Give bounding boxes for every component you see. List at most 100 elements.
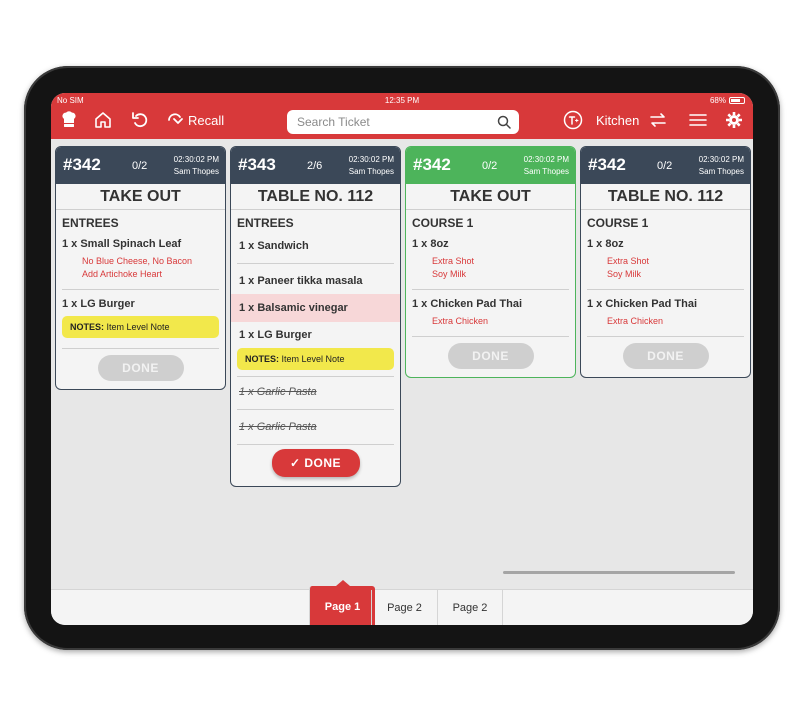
section-title: ENTREES — [237, 216, 294, 230]
ticket-card[interactable]: #342 0/2 02:30:02 PM Sam Thopes TAKE OUT… — [55, 146, 226, 390]
settings-button[interactable] — [725, 109, 743, 131]
page-tab-1[interactable]: Page 1 — [309, 580, 375, 625]
ticket-card[interactable]: #343 2/6 02:30:02 PM Sam Thopes TABLE NO… — [230, 146, 401, 487]
order-type: TABLE NO. 112 — [581, 184, 750, 210]
ticket-time: 02:30:02 PM — [173, 155, 219, 164]
order-item[interactable]: 1 x LG Burger — [62, 296, 219, 312]
swap-icon — [650, 113, 667, 127]
undo-icon — [132, 112, 148, 128]
station-label: Kitchen — [596, 112, 640, 128]
done-button[interactable]: DONE — [622, 343, 709, 369]
home-button[interactable] — [94, 109, 112, 131]
ticket-progress: 2/6 — [307, 160, 323, 172]
done-label: DONE — [304, 456, 342, 470]
item-modifier: Soy Milk — [607, 269, 642, 279]
order-item[interactable]: 1 x 8oz — [587, 236, 744, 252]
ticket-progress: 0/2 — [132, 160, 148, 172]
ticket-time: 02:30:02 PM — [348, 155, 394, 164]
order-type: TABLE NO. 112 — [231, 184, 400, 210]
ticket-header: #343 2/6 02:30:02 PM Sam Thopes — [231, 147, 400, 184]
recall-label: Recall — [188, 112, 225, 128]
item-modifier: No Blue Cheese, No Bacon — [82, 256, 193, 266]
page-tab-2[interactable]: Page 2 — [371, 590, 437, 625]
ticket-progress: 0/2 — [482, 160, 498, 172]
ticket-time: 02:30:02 PM — [523, 155, 569, 164]
app-header: No SIM 12:35 PM 68% Recall Kitchen — [51, 93, 753, 139]
order-item-row-completed[interactable]: 1 x Garlic Pasta — [237, 414, 394, 440]
order-item[interactable]: 1 x Small Spinach Leaf — [62, 236, 219, 252]
divider — [237, 409, 394, 410]
undo-button[interactable] — [131, 109, 149, 131]
divider — [62, 289, 219, 290]
page-tab-3[interactable]: Page 2 — [437, 590, 503, 625]
check-icon: ✓ — [289, 456, 301, 470]
order-item-row[interactable]: 1 x Sandwich — [237, 236, 394, 259]
item-modifier: Add Artichoke Heart — [82, 269, 163, 279]
ticket-header: #342 0/2 02:30:02 PM Sam Thopes — [581, 147, 750, 184]
ticket-number: #342 — [413, 155, 451, 174]
search-icon[interactable] — [497, 115, 511, 129]
order-item-row-selected[interactable]: 1 x Balsamic vinegar — [231, 294, 400, 322]
ticket-number: #342 — [63, 155, 101, 174]
item-notes: NOTES: Item Level Note — [237, 348, 394, 370]
done-button[interactable]: ✓ DONE — [271, 449, 360, 477]
section-title: COURSE 1 — [587, 216, 649, 230]
order-item: 1 x Garlic Pasta — [239, 421, 317, 433]
ticket-time: 02:30:02 PM — [698, 155, 744, 164]
divider — [412, 289, 569, 290]
order-item[interactable]: 1 x 8oz — [412, 236, 569, 252]
order-item-row-completed[interactable]: 1 x Garlic Pasta — [237, 379, 394, 405]
section-title: COURSE 1 — [412, 216, 474, 230]
battery-icon — [729, 97, 745, 104]
tip-icon — [563, 110, 583, 130]
tip-button[interactable] — [563, 109, 583, 131]
item-modifier: Extra Shot — [607, 256, 650, 266]
home-icon — [95, 112, 111, 128]
divider — [237, 263, 394, 264]
recall-icon — [168, 113, 183, 124]
order-item-row[interactable]: 1 x LG Burger — [237, 322, 394, 348]
ticket-number: #343 — [238, 155, 276, 174]
ticket-user: Sam Thopes — [523, 167, 569, 176]
divider — [62, 348, 219, 349]
order-item[interactable]: 1 x Chicken Pad Thai — [587, 296, 744, 312]
status-battery-group: 68% — [710, 96, 745, 105]
ticket-progress: 0/2 — [657, 160, 673, 172]
search-box[interactable] — [287, 110, 519, 134]
divider — [587, 336, 744, 337]
order-type: TAKE OUT — [56, 184, 225, 210]
divider — [237, 444, 394, 445]
item-modifier: Extra Chicken — [607, 316, 664, 326]
order-item: 1 x Garlic Pasta — [239, 386, 317, 398]
ticket-number: #342 — [588, 155, 626, 174]
chef-hat-icon[interactable] — [59, 109, 79, 131]
hamburger-icon — [689, 114, 707, 126]
ticket-user: Sam Thopes — [348, 167, 394, 176]
notes-text: Item Level Note — [281, 354, 345, 364]
done-button[interactable]: DONE — [447, 343, 534, 369]
recall-button[interactable]: Recall — [166, 109, 224, 131]
order-type: TAKE OUT — [406, 184, 575, 210]
done-button[interactable]: DONE — [97, 355, 184, 381]
item-modifier: Extra Chicken — [432, 316, 489, 326]
divider — [587, 289, 744, 290]
item-modifier: Soy Milk — [432, 269, 467, 279]
order-item-row[interactable]: 1 x Paneer tikka masala — [237, 268, 394, 294]
item-modifier: Extra Shot — [432, 256, 475, 266]
menu-button[interactable] — [689, 109, 707, 131]
ticket-card[interactable]: #342 0/2 02:30:02 PM Sam Thopes TABLE NO… — [580, 146, 751, 378]
ticket-user: Sam Thopes — [698, 167, 744, 176]
ticket-header: #342 0/2 02:30:02 PM Sam Thopes — [406, 147, 575, 184]
notes-text: Item Level Note — [106, 322, 170, 332]
gear-icon — [726, 112, 742, 128]
station-switch-button[interactable]: Kitchen — [596, 109, 667, 131]
page-tabs: Page 1 Page 2 Page 2 — [51, 580, 753, 625]
section-title: ENTREES — [62, 216, 119, 230]
item-notes: NOTES: Item Level Note — [62, 316, 219, 338]
order-item[interactable]: 1 x Chicken Pad Thai — [412, 296, 569, 312]
horizontal-scrollbar[interactable] — [503, 571, 735, 574]
order-item: 1 x Paneer tikka masala — [239, 275, 363, 287]
search-input[interactable] — [297, 115, 497, 129]
ticket-user: Sam Thopes — [173, 167, 219, 176]
ticket-card[interactable]: #342 0/2 02:30:02 PM Sam Thopes TAKE OUT… — [405, 146, 576, 378]
